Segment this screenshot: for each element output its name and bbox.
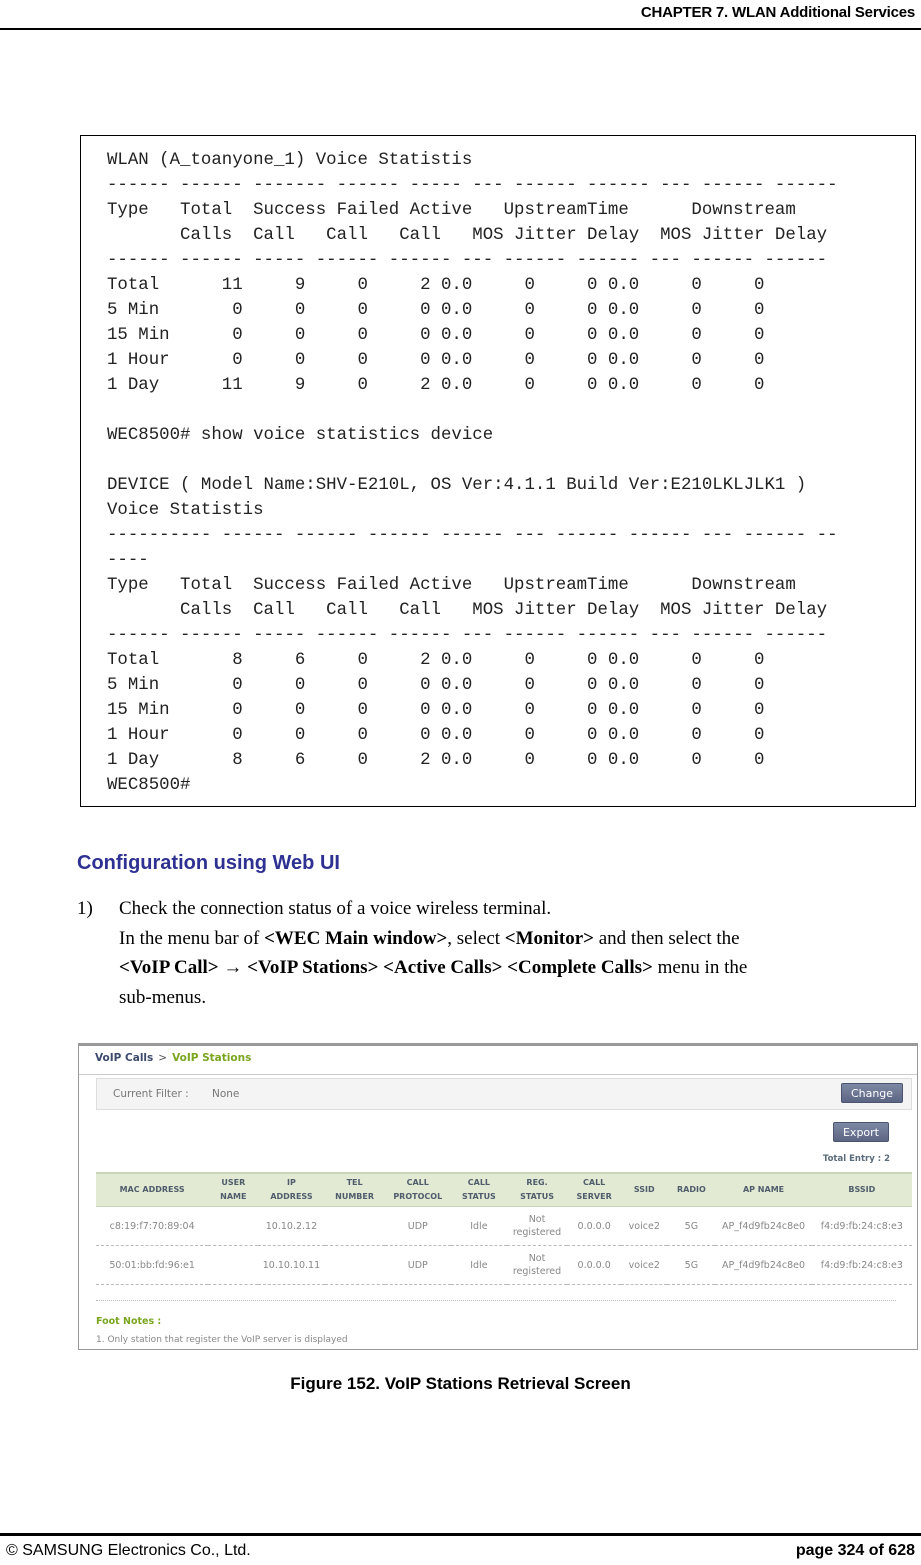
step-line-4: sub-menus. (119, 986, 207, 1008)
divider (79, 1074, 917, 1075)
page-header: CHAPTER 7. WLAN Additional Services (0, 0, 921, 30)
foot-note-1: 1. Only station that register the VoIP s… (96, 1335, 348, 1345)
column-header: RADIO (667, 1172, 716, 1207)
text: , select (447, 927, 505, 949)
cell-call-status: Idle (450, 1206, 507, 1246)
cell-reg: Not registered (506, 1245, 568, 1285)
column-header: REG. STATUS (506, 1172, 568, 1207)
breadcrumb: VoIP Calls > VoIP Stations (95, 1052, 251, 1064)
current-filter-value: None (212, 1088, 240, 1100)
figure-caption: Figure 152. VoIP Stations Retrieval Scre… (290, 1374, 631, 1393)
cell-tel (324, 1245, 385, 1285)
table-end-divider (96, 1300, 896, 1301)
cell-reg: Not registered (506, 1206, 568, 1246)
column-header: MAC ADDRESS (96, 1172, 209, 1207)
page-footer: © SAMSUNG Electronics Co., Ltd. page 324… (0, 1533, 921, 1559)
cell-ap-name: AP_f4d9fb24c8e0 (715, 1245, 812, 1285)
menu-ref-monitor: <Monitor> (504, 927, 594, 949)
voip-stations-table: MAC ADDRESS USER NAME IP ADDRESS TEL NUMBER CAL… (96, 1172, 912, 1285)
menu-ref-wec-main: <WEC Main window> (264, 927, 448, 949)
column-header: USER NAME (208, 1172, 259, 1207)
step-number: 1) (77, 898, 93, 919)
breadcrumb-separator: > (158, 1052, 168, 1064)
text: menu in the (652, 957, 748, 978)
table-header-row: MAC ADDRESS USER NAME IP ADDRESS TEL NUMBER CAL… (96, 1172, 912, 1207)
column-header: IP ADDRESS (258, 1172, 325, 1207)
cell-server: 0.0.0.0 (567, 1245, 622, 1285)
column-header: BSSID (811, 1172, 912, 1207)
cli-output-text: WLAN (A_toanyone_1) Voice Statistis ----… (107, 151, 838, 795)
export-button[interactable]: Export (833, 1122, 889, 1142)
column-header: CALL PROTOCOL (384, 1172, 451, 1207)
column-header: SSID (621, 1172, 668, 1207)
cell-ssid: voice2 (621, 1206, 668, 1246)
cell-user (208, 1206, 259, 1246)
breadcrumb-voip-calls[interactable]: VoIP Calls (95, 1052, 153, 1064)
page-number: page 324 of 628 (795, 1542, 915, 1559)
breadcrumb-voip-stations: VoIP Stations (172, 1052, 252, 1064)
cell-ip: 10.10.2.12 (258, 1206, 325, 1246)
column-header: CALL STATUS (450, 1172, 507, 1207)
step-line-2: In the menu bar of <WEC Main window>, se… (119, 924, 899, 954)
cell-protocol: UDP (384, 1245, 451, 1285)
cell-ap-name: AP_f4d9fb24c8e0 (715, 1206, 812, 1246)
filter-bar: Current Filter : None Change (96, 1078, 912, 1110)
cell-ip: 10.10.10.11 (258, 1245, 325, 1285)
column-header: AP NAME (715, 1172, 812, 1207)
table-body: c8:19:f7:70:89:04 10.10.2.12 UDP Idle Not reg… (96, 1206, 912, 1285)
copyright: © SAMSUNG Electronics Co., Ltd. (6, 1542, 251, 1559)
cell-protocol: UDP (384, 1206, 451, 1246)
cell-mac: 50:01:bb:fd:96:e1 (96, 1245, 209, 1285)
table-row[interactable]: 50:01:bb:fd:96:e1 10.10.10.11 UDP Idle Not re… (96, 1245, 912, 1285)
column-header: TEL NUMBER (324, 1172, 385, 1207)
chapter-title: CHAPTER 7. WLAN Additional Services (640, 4, 915, 21)
change-filter-button[interactable]: Change (841, 1083, 903, 1103)
cell-radio: 5G (667, 1206, 716, 1246)
cell-call-status: Idle (450, 1245, 507, 1285)
cell-server: 0.0.0.0 (567, 1206, 622, 1246)
cell-bssid: f4:d9:fb:24:c8:e3 (811, 1206, 912, 1246)
step-line-1: Check the connection status of a voice w… (119, 898, 552, 919)
cell-radio: 5G (667, 1245, 716, 1285)
column-header: CALL SERVER (567, 1172, 622, 1207)
voip-stations-screenshot: VoIP Calls > VoIP Stations Current Filter … (78, 1043, 918, 1350)
step-line-3: <VoIP Call> → <VoIP Stations> <Active Ca… (119, 953, 899, 983)
cli-output-box: WLAN (A_toanyone_1) Voice Statistis ----… (80, 135, 916, 807)
foot-notes-title: Foot Notes : (96, 1316, 162, 1327)
cell-mac: c8:19:f7:70:89:04 (96, 1206, 209, 1246)
text: In the menu bar of (119, 927, 265, 949)
menu-ref-voip: <VoIP Call> → <VoIP Stations> <Active Ca… (119, 957, 653, 978)
total-entry-count: Total Entry : 2 (822, 1154, 890, 1164)
current-filter-label: Current Filter : (113, 1088, 189, 1100)
cell-bssid: f4:d9:fb:24:c8:e3 (811, 1245, 912, 1285)
step-body: Check the connection status of a voice w… (119, 894, 899, 1012)
text: and then select the (594, 927, 740, 949)
table-row[interactable]: c8:19:f7:70:89:04 10.10.2.12 UDP Idle Not reg… (96, 1206, 912, 1246)
cell-ssid: voice2 (621, 1245, 668, 1285)
cell-tel (324, 1206, 385, 1246)
section-title: Configuration using Web UI (77, 852, 340, 874)
cell-user (208, 1245, 259, 1285)
